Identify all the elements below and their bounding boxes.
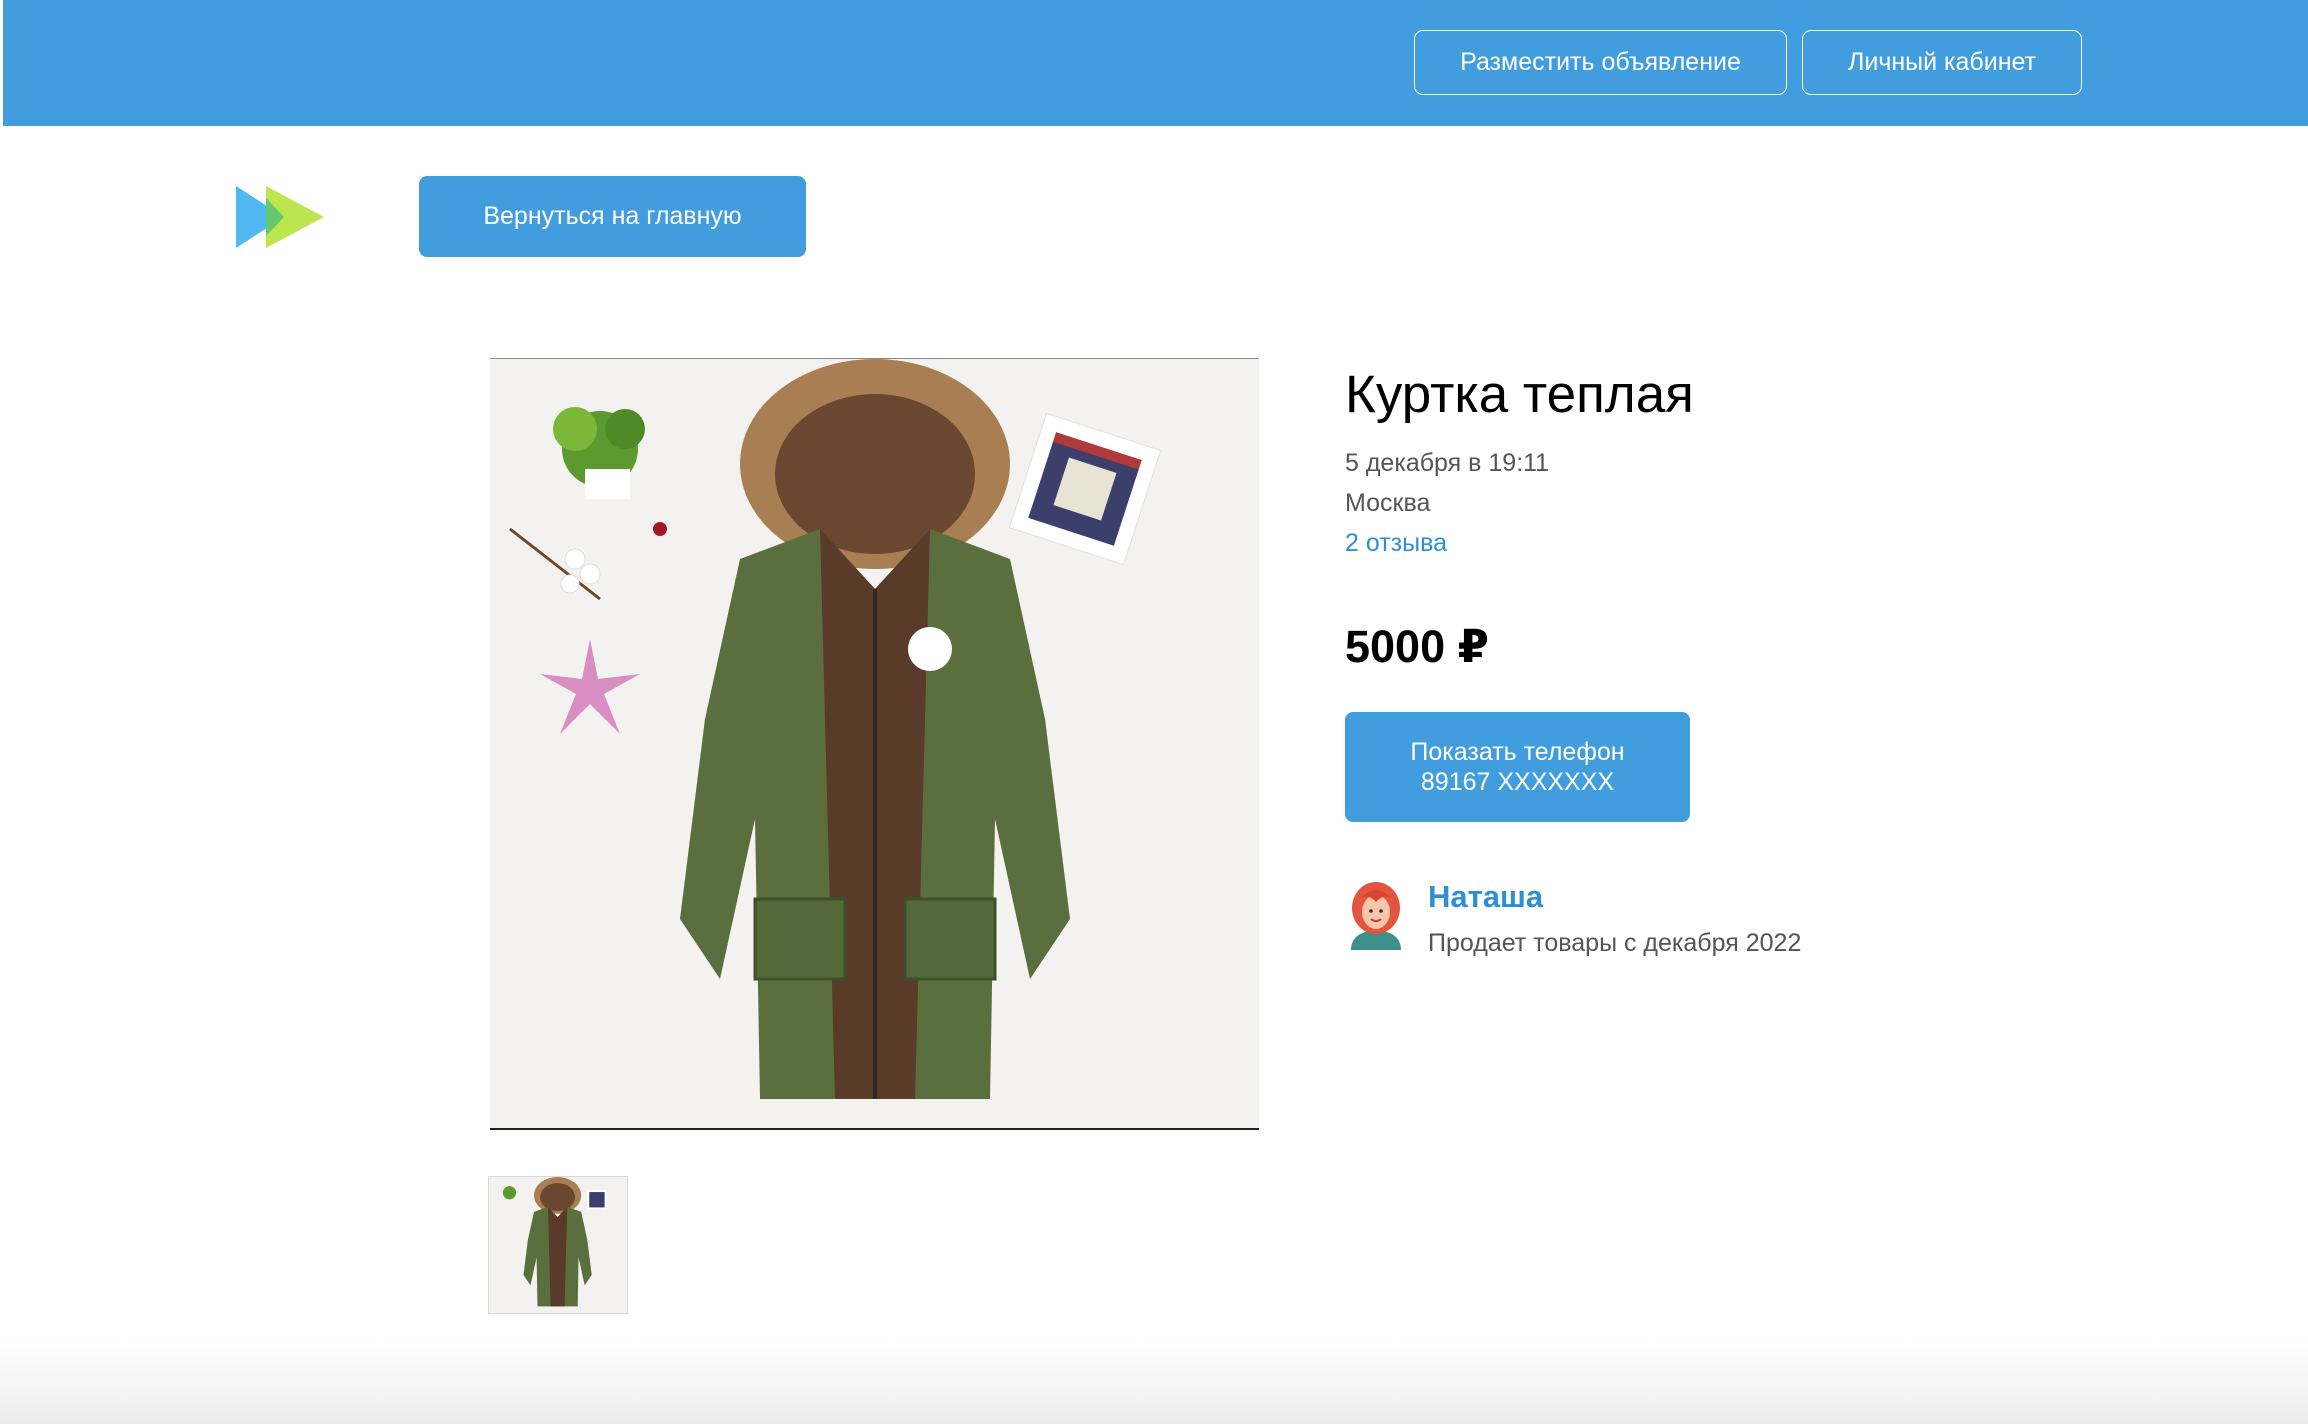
seller-since-text: Продает товары с декабря 2022 xyxy=(1428,929,1802,957)
back-to-home-button[interactable]: Вернуться на главную xyxy=(419,176,806,257)
product-title: Куртка теплая xyxy=(1345,365,1694,424)
post-ad-button[interactable]: Разместить объявление xyxy=(1414,30,1787,95)
product-thumbnail[interactable] xyxy=(488,1176,628,1314)
red-haired-woman-avatar[interactable] xyxy=(1345,880,1407,952)
product-price: 5000 ₽ xyxy=(1345,621,1489,672)
page-bottom-shade xyxy=(0,1340,2308,1424)
play-forward-logo-icon[interactable] xyxy=(236,186,324,248)
page: Разместить объявление Личный кабинет Вер… xyxy=(0,0,2308,1424)
account-button[interactable]: Личный кабинет xyxy=(1802,30,2082,95)
show-phone-button[interactable]: Показать телефон 89167 XXXXXXX xyxy=(1345,712,1690,822)
product-date: 5 декабря в 19:11 xyxy=(1345,449,1550,477)
phone-number-masked: 89167 XXXXXXX xyxy=(1420,768,1615,796)
product-city: Москва xyxy=(1345,489,1431,517)
product-main-photo[interactable] xyxy=(490,358,1259,1130)
green-parka-thumbnail xyxy=(490,1177,625,1312)
seller-name-link[interactable]: Наташа xyxy=(1428,879,1543,915)
reviews-link[interactable]: 2 отзыва xyxy=(1345,529,1447,558)
show-phone-label: Показать телефон xyxy=(1410,738,1625,766)
green-parka-photo xyxy=(490,359,1259,1128)
